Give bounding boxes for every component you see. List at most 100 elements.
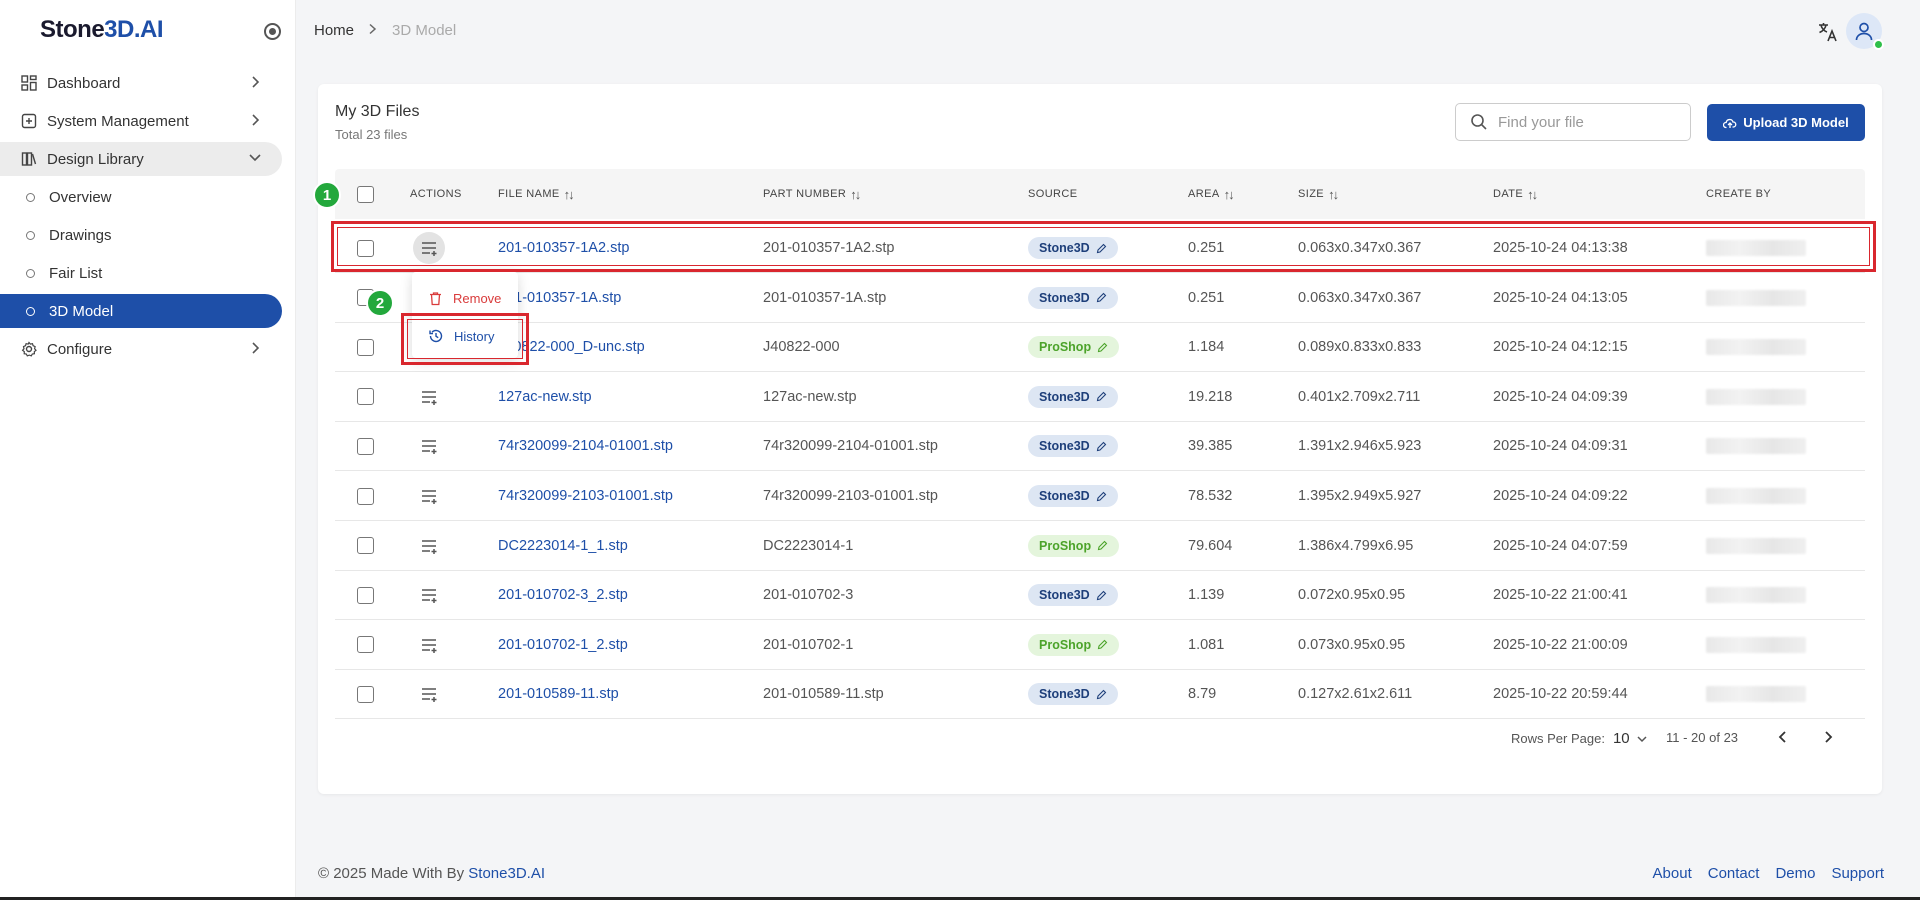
header-area[interactable]: AREA ↑↓ [1188,169,1235,219]
sidebar-item-system-management[interactable]: System Management [0,104,282,138]
sidebar-item-label: Overview [49,188,112,206]
actions-menu-icon [418,237,440,259]
cloud-upload-icon [1723,118,1737,128]
row-checkbox[interactable] [357,437,374,455]
footer-link-contact[interactable]: Contact [1708,865,1760,882]
sidebar-item-dashboard[interactable]: Dashboard [0,66,282,100]
source-cell: ProShop [1028,521,1120,571]
row-actions-cell [418,471,440,521]
row-actions-button[interactable] [418,485,440,507]
sidebar-item-drawings[interactable]: Drawings [0,218,282,252]
source-cell: Stone3D [1028,421,1118,471]
select-all-checkbox[interactable] [357,185,374,203]
source-badge[interactable]: Stone3D [1028,435,1118,458]
table-row[interactable]: 201-010702-3_2.stp 201-010702-3 Stone3D 1.1… [335,570,1865,621]
source-badge[interactable]: ProShop [1028,633,1120,656]
row-actions-cell [418,521,440,571]
table-row[interactable]: 201-010702-1_2.stp 201-010702-1 ProShop 1.0… [335,620,1865,670]
app-logo[interactable]: Stone3D.AI [40,16,164,44]
chevron-down-icon[interactable] [1636,734,1648,744]
file-name-link[interactable]: 201-010702-1_2.stp [498,620,628,670]
file-name-link[interactable]: 74r320099-2103-01001.stp [498,471,673,521]
next-page-button[interactable] [1822,730,1834,744]
file-name-link[interactable]: DC2223014-1_1.stp [498,521,628,571]
sidebar-item-fair-list[interactable]: Fair List [0,256,282,290]
translate-icon[interactable] [1816,20,1840,44]
sort-icon[interactable]: ↑↓ [1328,187,1339,202]
edit-pencil-icon [1096,391,1107,402]
file-name-link[interactable]: 201-010702-3_2.stp [498,570,628,620]
sort-icon[interactable]: ↑↓ [1224,187,1235,202]
footer-link-about[interactable]: About [1653,865,1692,882]
source-badge[interactable]: Stone3D [1028,286,1118,309]
footer-link-demo[interactable]: Demo [1775,865,1815,882]
prev-page-button[interactable] [1777,730,1789,744]
row-select-cell [357,372,374,422]
header-file-name[interactable]: FILE NAME ↑↓ [498,169,575,219]
row-checkbox[interactable] [357,586,374,604]
sidebar-item-3d-model[interactable]: 3D Model [0,294,282,328]
size-cell: 0.063x0.347x0.367 [1298,240,1422,256]
sort-icon[interactable]: ↑↓ [1527,187,1538,202]
menu-item-history[interactable]: History [428,324,494,348]
table-row[interactable]: 74r320099-2103-01001.stp 74r320099-2103-0… [335,471,1865,521]
row-actions-button[interactable] [418,535,440,557]
search-input[interactable] [1498,113,1678,131]
header-date[interactable]: DATE ↑↓ [1493,169,1538,219]
source-badge[interactable]: Stone3D [1028,237,1118,259]
table-row[interactable]: DC2223014-1_1.stp DC2223014-1 ProShop 79.60… [335,521,1865,571]
row-actions-button[interactable] [418,584,440,606]
source-badge[interactable]: Stone3D [1028,584,1118,607]
sidebar-item-design-library[interactable]: Design Library [0,142,282,176]
table-row[interactable]: 74r320099-2104-01001.stp 74r320099-2104-0… [335,421,1865,472]
source-cell: Stone3D [1028,669,1118,719]
row-checkbox[interactable] [357,487,374,505]
user-avatar[interactable] [1846,13,1884,50]
sidebar-item-overview[interactable]: Overview [0,180,282,214]
footer-brand-link[interactable]: Stone3D.AI [468,865,545,882]
upload-button-label: Upload 3D Model [1743,115,1849,130]
file-name-link[interactable]: 74r320099-2104-01001.stp [498,421,673,471]
area-cell: 1.184 [1188,339,1225,356]
menu-item-remove[interactable]: Remove [428,286,501,310]
table-row[interactable]: 201-010589-11.stp 201-010589-11.stp Stone3… [335,669,1865,720]
breadcrumb-home[interactable]: Home [314,22,354,39]
header-part-number[interactable]: PART NUMBER ↑↓ [763,169,861,219]
row-actions-button[interactable] [418,435,440,457]
table-row[interactable]: J40822-000_D-unc.stp J40822-000 ProShop 1.1… [335,322,1865,373]
file-name-link[interactable]: 127ac-new.stp [498,372,592,422]
row-actions-button[interactable] [418,683,440,705]
sort-icon[interactable]: ↑↓ [564,187,575,202]
file-name-link[interactable]: 201-010357-1A2.stp [498,223,629,273]
library-icon [20,150,38,168]
row-checkbox[interactable] [357,537,374,555]
source-badge[interactable]: Stone3D [1028,485,1118,507]
row-actions-button[interactable] [418,386,440,408]
footer-link-support[interactable]: Support [1831,865,1884,882]
row-checkbox[interactable] [357,636,374,654]
source-badge[interactable]: Stone3D [1028,683,1118,706]
row-select-cell [357,570,374,620]
row-checkbox[interactable] [357,239,374,257]
sidebar-item-configure[interactable]: Configure [0,332,282,366]
row-select-cell [357,322,374,372]
header-size[interactable]: SIZE ↑↓ [1298,169,1339,219]
table-row[interactable]: 201-010357-1A.stp 201-010357-1A.stp Stone3… [335,273,1865,323]
sidebar-toggle-icon[interactable] [264,23,281,40]
source-badge[interactable]: ProShop [1028,534,1120,557]
search-box[interactable] [1455,103,1691,141]
row-checkbox[interactable] [357,685,374,703]
table-row[interactable]: 127ac-new.stp 127ac-new.stp Stone3D 19.218 0… [335,372,1865,422]
row-checkbox[interactable] [357,338,374,356]
file-name-link[interactable]: 201-010589-11.stp [498,669,619,719]
upload-3d-model-button[interactable]: Upload 3D Model [1707,104,1865,141]
file-name-link[interactable]: J40822-000_D-unc.stp [498,322,645,372]
row-actions-button[interactable] [413,232,445,264]
sort-icon[interactable]: ↑↓ [850,187,861,202]
table-row[interactable]: 201-010357-1A2.stp 201-010357-1A2.stp Ston… [335,223,1865,273]
source-badge[interactable]: ProShop [1028,336,1120,359]
row-checkbox[interactable] [357,388,374,406]
rows-per-page-select[interactable]: 10 [1613,730,1630,747]
row-actions-button[interactable] [418,634,440,656]
source-badge[interactable]: Stone3D [1028,385,1118,408]
